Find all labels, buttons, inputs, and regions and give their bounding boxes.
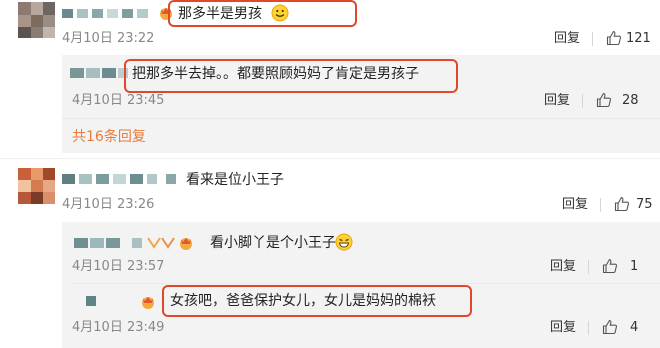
comment-text: 看来是位小王子 [186, 172, 284, 188]
reply-button[interactable]: 回复 [562, 197, 588, 213]
like-count: 121 [626, 31, 651, 46]
avatar[interactable] [18, 2, 55, 38]
reply-button[interactable]: 回复 [550, 259, 576, 275]
divider-line [72, 283, 660, 284]
grin-face-icon [335, 233, 353, 251]
timestamp: 4月10日 23:49 [72, 320, 165, 335]
divider [582, 94, 583, 108]
vip-crown-icon [142, 297, 154, 309]
thumbs-up-icon[interactable] [602, 319, 618, 335]
highlight-box [168, 0, 357, 27]
divider [588, 260, 589, 274]
like-count: 1 [630, 259, 639, 274]
reply-button[interactable]: 回复 [550, 320, 576, 336]
like-count: 4 [630, 320, 639, 335]
timestamp: 4月10日 23:26 [62, 197, 155, 212]
like-count: 28 [622, 93, 639, 108]
thumbs-up-icon[interactable] [614, 196, 630, 212]
timestamp: 4月10日 23:57 [72, 259, 165, 274]
avatar[interactable] [18, 168, 55, 204]
reply-text: 看小脚丫是个小王子 [210, 235, 336, 251]
highlight-box [124, 59, 458, 93]
comment-divider [0, 158, 660, 159]
vip-crown-icon [161, 237, 175, 249]
thumbs-up-icon[interactable] [602, 258, 618, 274]
divider-line [62, 118, 660, 119]
divider [592, 32, 593, 46]
reply-button[interactable]: 回复 [544, 93, 570, 109]
vip-crown-icon [180, 238, 192, 250]
thumbs-up-icon[interactable] [596, 92, 612, 108]
timestamp: 4月10日 23:45 [72, 93, 165, 108]
timestamp: 4月10日 23:22 [62, 31, 155, 46]
like-count: 75 [636, 197, 653, 212]
divider [588, 321, 589, 335]
divider [600, 198, 601, 212]
reply-button[interactable]: 回复 [554, 31, 580, 47]
highlight-box [162, 285, 472, 317]
thumbs-up-icon[interactable] [606, 30, 622, 46]
more-replies-link[interactable]: 共16条回复 [72, 128, 146, 146]
